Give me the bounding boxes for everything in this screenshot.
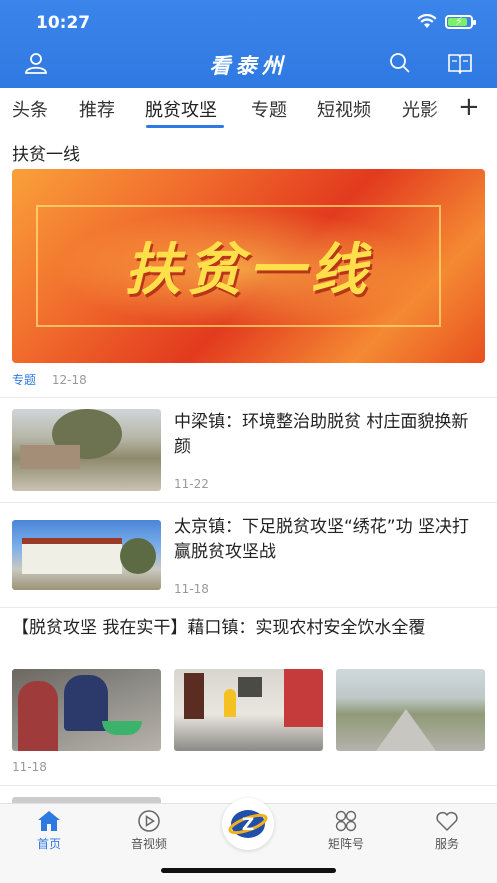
tab-poverty-alleviation[interactable]: 脱贫攻坚 [145,96,217,122]
topic-tag[interactable]: 专题 [12,373,36,387]
banner-text: 扶贫一线 [124,238,373,303]
nav-label: 服务 [434,837,459,851]
home-icon [38,811,60,831]
battery-icon: ⚡ [445,14,476,29]
svg-text:Z: Z [242,815,254,835]
news-title[interactable]: 中梁镇：环境整治助脱贫 村庄面貌换新颜 [174,410,479,460]
gallery-thumbnail[interactable] [336,669,485,751]
search-icon[interactable] [389,52,411,74]
feature-banner[interactable]: 扶贫一线 [12,169,485,363]
gallery-news-title[interactable]: 【脱贫攻坚 我在实干】藉口镇：实现农村安全饮水全覆 [12,616,487,640]
category-tabs: 头条 推荐 脱贫攻坚 专题 短视频 光影 + [0,88,497,128]
heart-icon [436,811,458,831]
gallery-thumbnail[interactable] [12,669,161,751]
news-date: 11-18 [174,582,209,596]
app-screen: 10:27 ⚡ 看泰州 头条 推荐 脱贫攻坚 专题 短视频 光影 + 扶贫一线 … [0,0,497,883]
news-date: 11-22 [174,477,209,491]
active-tab-indicator [146,125,224,128]
nav-home[interactable]: 首页 [9,810,89,852]
nav-service[interactable]: 服务 [407,810,487,852]
center-logo-button[interactable]: Z [222,798,274,850]
add-tab-icon[interactable]: + [458,92,480,122]
status-time: 10:27 [36,13,91,33]
matrix-icon [335,810,357,832]
play-icon [138,810,160,832]
gallery-thumbnail[interactable] [174,669,323,751]
news-thumbnail[interactable] [12,409,161,491]
wifi-icon [417,14,437,28]
news-thumbnail[interactable] [12,520,161,590]
nav-label: 首页 [36,837,61,851]
app-header: 10:27 ⚡ 看泰州 [0,0,497,88]
tab-headline[interactable]: 头条 [12,96,48,122]
section-title: 扶贫一线 [12,145,80,165]
tab-topics[interactable]: 专题 [251,96,287,122]
gallery-news-date: 11-18 [12,760,47,774]
nav-audio-video[interactable]: 音视频 [109,810,189,852]
tab-recommend[interactable]: 推荐 [79,96,115,122]
news-title[interactable]: 太京镇：下足脱贫攻坚“绣花”功 坚决打赢脱贫攻坚战 [174,515,479,565]
app-title: 看泰州 [209,53,288,78]
banner-meta: 专题 12-18 [12,371,87,388]
status-icons: ⚡ [417,14,476,29]
home-indicator [161,868,336,873]
nav-label: 矩阵号 [327,837,364,851]
nav-matrix[interactable]: 矩阵号 [306,810,386,852]
app-logo-icon: Z [228,810,268,838]
banner-date: 12-18 [51,373,87,387]
book-icon[interactable] [447,52,473,74]
tab-short-video[interactable]: 短视频 [317,96,371,122]
nav-label: 音视频 [130,837,167,851]
